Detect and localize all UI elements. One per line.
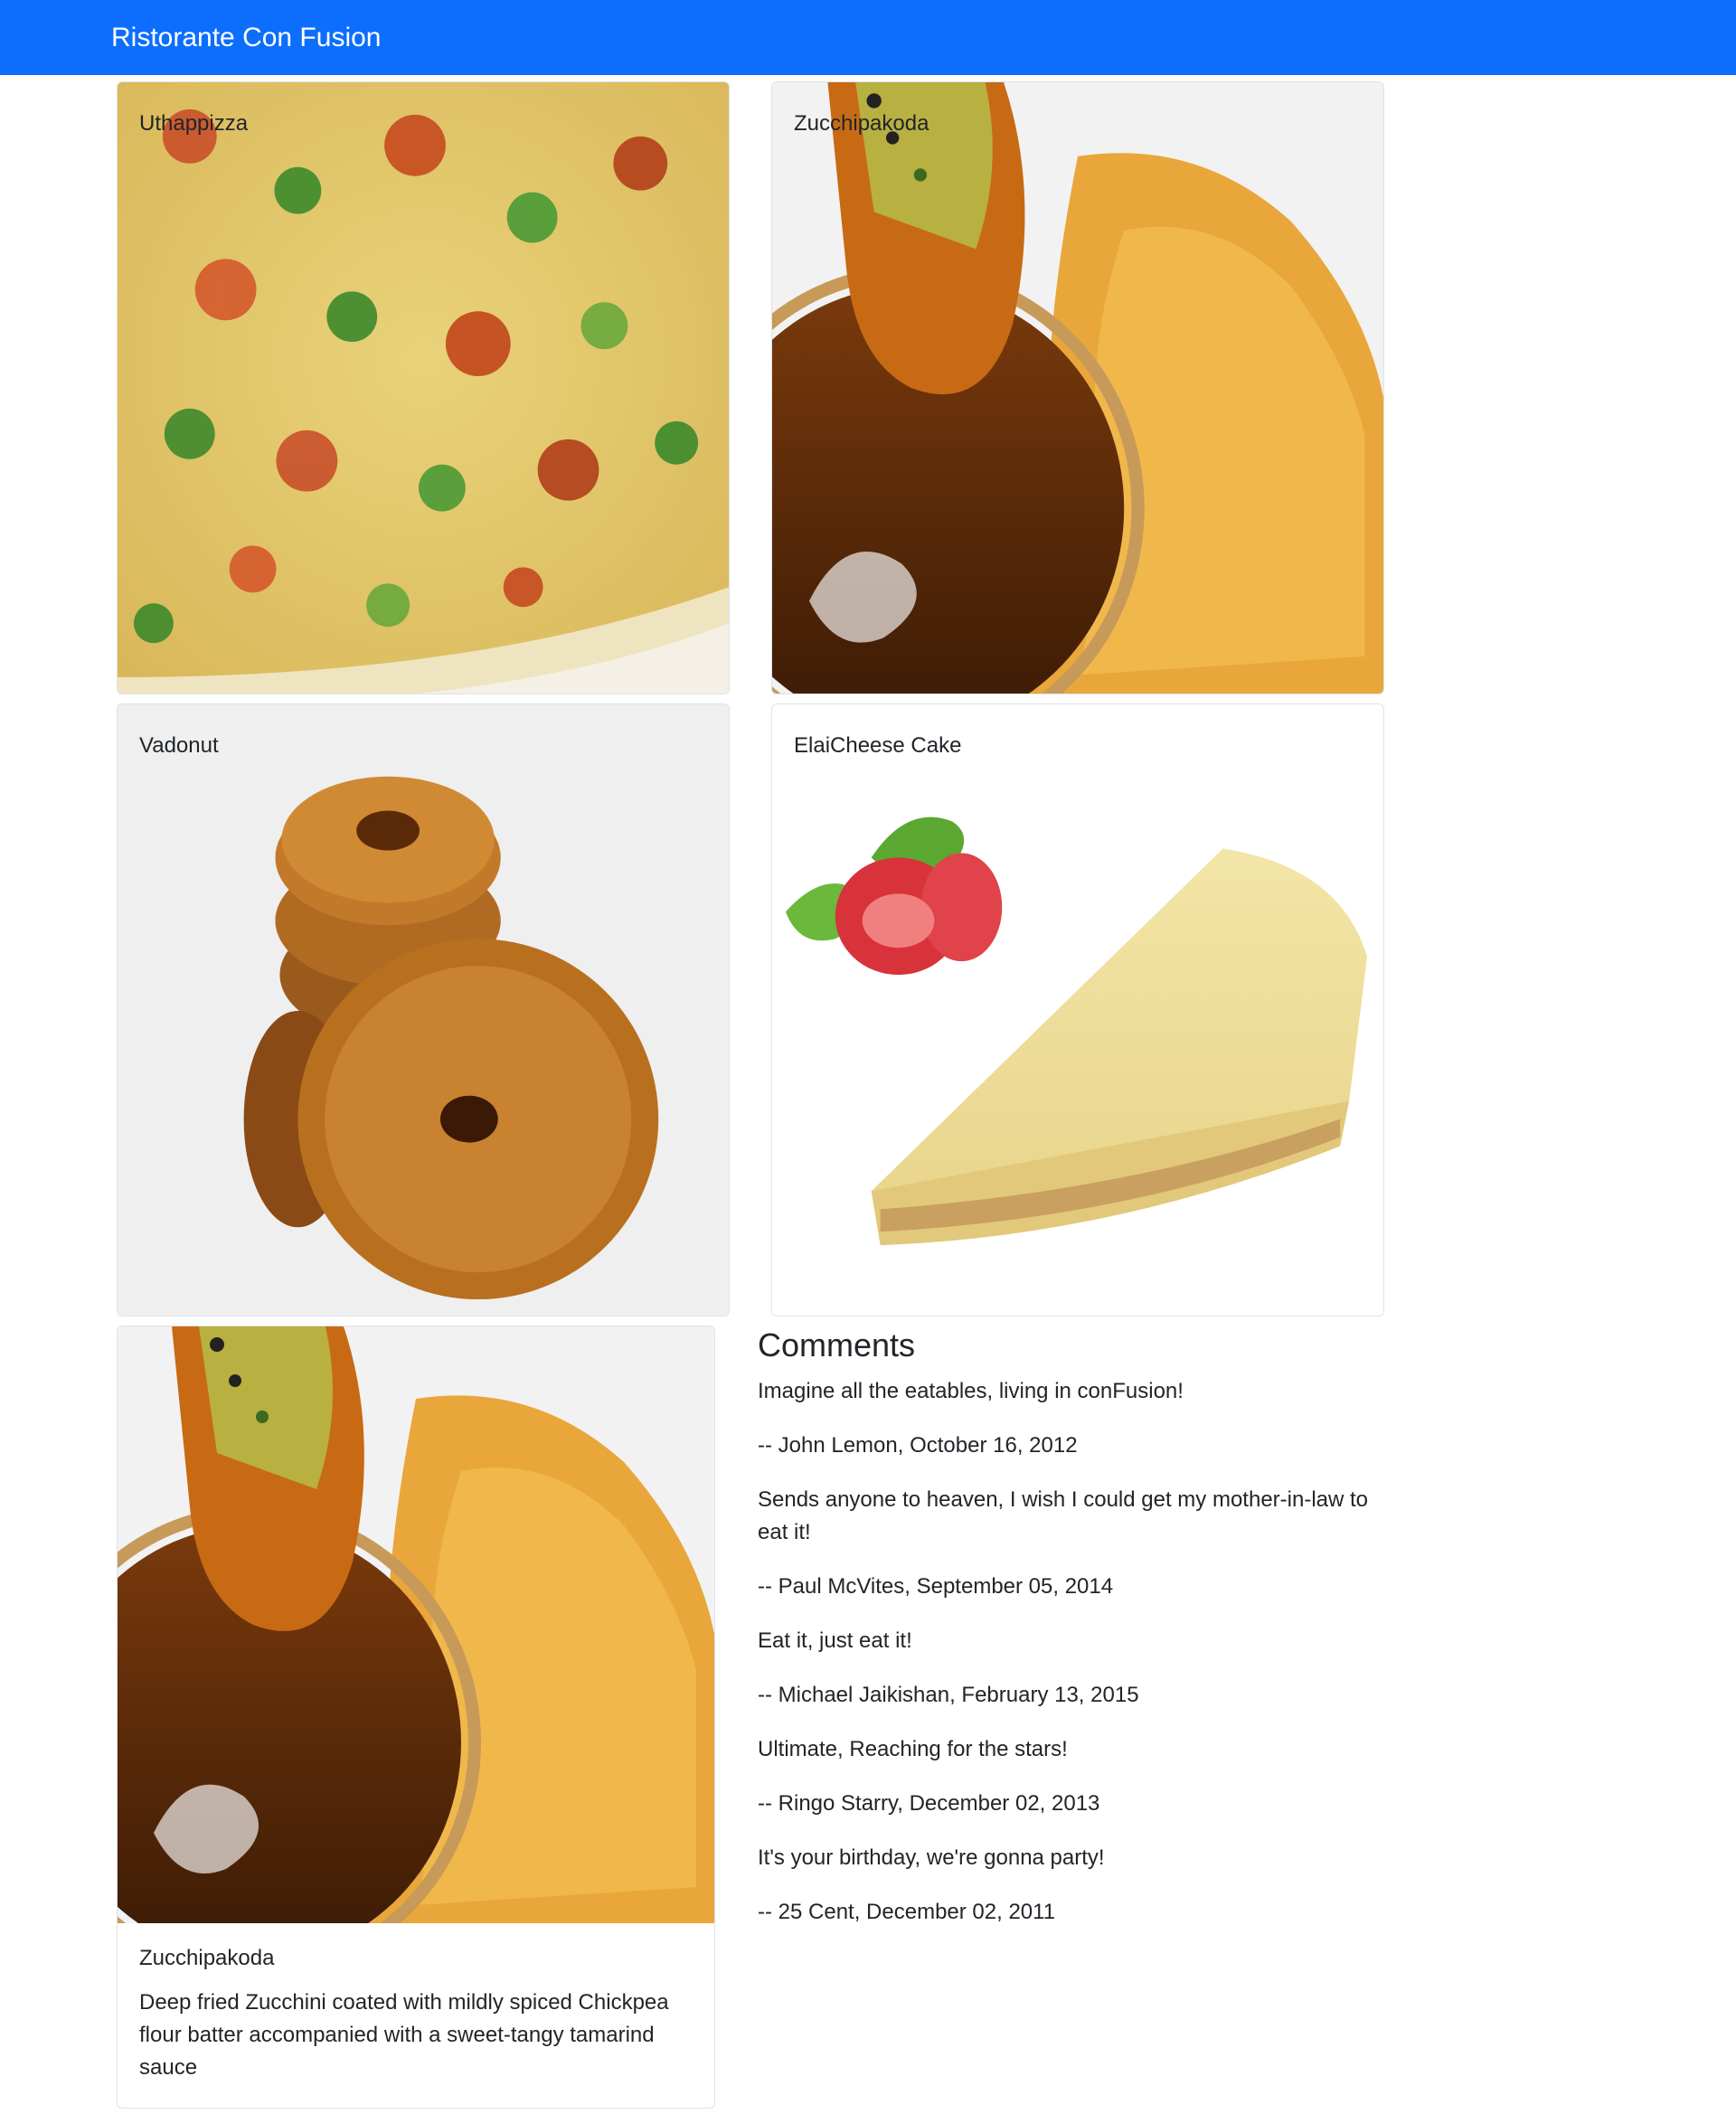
dish-detail-image [118, 1326, 714, 1923]
comment-byline: -- Paul McVites, September 05, 2014 [758, 1574, 1114, 1599]
uthappizza-image [118, 82, 729, 694]
comment-byline: -- Michael Jaikishan, February 13, 2015 [758, 1683, 1139, 1707]
navbar-brand[interactable]: Ristorante Con Fusion [111, 22, 381, 54]
menu-card-zucchipakoda[interactable]: Zucchipakoda [771, 81, 1384, 694]
menu-card-uthappizza[interactable]: Uthappizza [117, 81, 730, 694]
dish-detail-title: Zucchipakoda [139, 1946, 275, 1970]
comment-text: Sends anyone to heaven, I wish I could g… [758, 1487, 1369, 1544]
comment-byline: -- Ringo Starry, December 02, 2013 [758, 1791, 1100, 1816]
comment-text: Ultimate, Reaching for the stars! [758, 1737, 1068, 1761]
zucchipakoda-image [772, 82, 1383, 694]
comment-byline: -- John Lemon, October 16, 2012 [758, 1433, 1078, 1458]
dish-detail-description: Deep fried Zucchini coated with mildly s… [139, 1990, 669, 2080]
menu-card-elaicheese-cake[interactable]: ElaiCheese Cake [771, 703, 1384, 1317]
dish-detail-card: Zucchipakoda Deep fried Zucchini coated … [117, 1326, 715, 2109]
comment-text: It's your birthday, we're gonna party! [758, 1845, 1105, 1870]
menu-card-title: Vadonut [139, 733, 219, 758]
menu-card-title: Zucchipakoda [794, 111, 929, 136]
comments-section: Comments Imagine all the eatables, livin… [758, 1325, 1373, 1950]
menu-card-title: Uthappizza [139, 111, 249, 136]
menu-card-title: ElaiCheese Cake [794, 733, 962, 758]
comment-text: Eat it, just eat it! [758, 1628, 912, 1653]
comments-heading: Comments [758, 1326, 916, 1364]
menu-card-vadonut[interactable]: Vadonut [117, 703, 730, 1317]
comment-byline: -- 25 Cent, December 02, 2011 [758, 1900, 1056, 1924]
comment-text: Imagine all the eatables, living in conF… [758, 1379, 1184, 1403]
elaicheese-cake-image [772, 704, 1383, 1316]
vadonut-image [118, 704, 729, 1316]
navbar: Ristorante Con Fusion [0, 0, 1736, 75]
